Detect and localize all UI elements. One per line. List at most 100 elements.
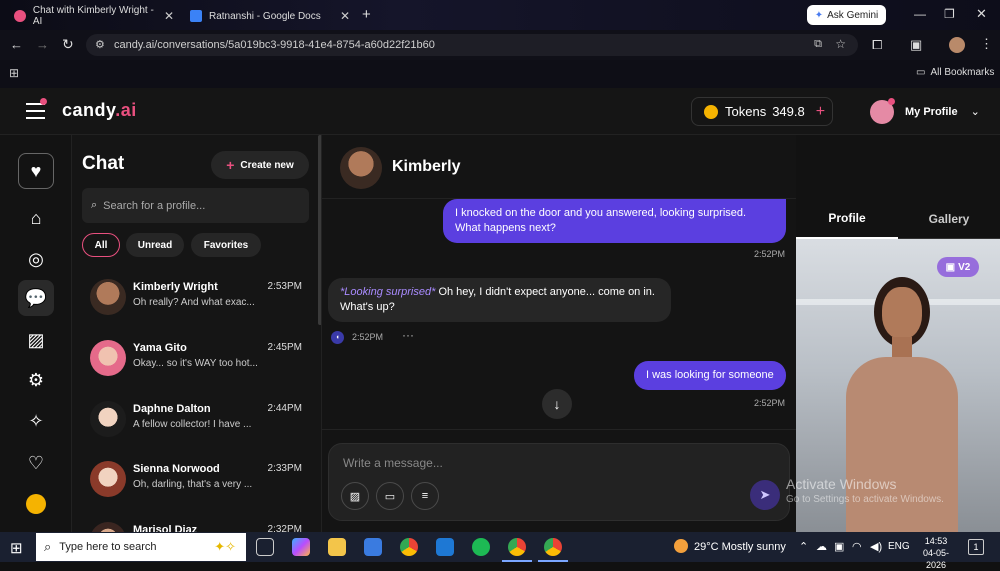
chat-list-item[interactable]: Daphne Dalton 2:44PM A fellow collector!…	[86, 397, 308, 453]
forward-icon[interactable]: →	[36, 37, 49, 52]
chrome-active-icon[interactable]	[544, 538, 562, 556]
explore-button[interactable]: ◎	[18, 241, 54, 277]
tab-search-icon[interactable]: ▣	[910, 37, 922, 53]
taskbar-search-input[interactable]: ⌕ Type here to search ✦✧	[36, 533, 246, 561]
store-icon[interactable]	[364, 538, 382, 556]
profile-avatar[interactable]	[870, 98, 895, 124]
message-time: 2:53PM	[267, 281, 302, 292]
filter-all[interactable]: All	[82, 233, 120, 257]
apps-grid-icon[interactable]: ⊞	[9, 66, 19, 80]
magic-wand-icon: ✧	[28, 410, 44, 431]
weather-icon[interactable]	[674, 539, 688, 553]
bookmark-star-icon[interactable]: ☆	[835, 37, 846, 51]
favorites-heart-button[interactable]: ♥	[18, 153, 54, 189]
chat-list-item[interactable]: Kimberly Wright 2:53PM Oh really? And wh…	[86, 275, 308, 331]
composer: Write a message... ▨ ▭ ≡ ➤	[328, 443, 790, 521]
generate-nav-button[interactable]: ⚙	[18, 362, 54, 398]
camera-icon: ⚙	[27, 369, 45, 390]
user-message: I was looking for someone	[634, 361, 786, 390]
clock-date: 04-05-2026	[922, 548, 949, 570]
chat-list-item[interactable]: Sienna Norwood 2:33PM Oh, darling, that'…	[86, 457, 308, 513]
site-info-icon[interactable]: ⚙	[95, 38, 105, 51]
profile-search-input[interactable]: ⌕ Search for a profile...	[82, 188, 309, 223]
tab-gallery[interactable]: Gallery	[898, 199, 1000, 239]
premium-nav-button[interactable]	[18, 486, 54, 522]
close-tab-icon[interactable]: ✕	[164, 9, 174, 23]
back-icon[interactable]: ←	[10, 37, 23, 52]
extensions-icon[interactable]: ⧠	[872, 37, 882, 53]
app-tray-icon[interactable]: ▣	[834, 540, 844, 553]
outlook-icon[interactable]	[436, 538, 454, 556]
hamburger-menu-icon[interactable]	[26, 98, 47, 119]
add-tokens-icon[interactable]: +	[816, 103, 825, 121]
taskbar-search-placeholder: Type here to search	[59, 541, 157, 553]
tab-google-docs[interactable]: Ratnanshi - Google Docs ✕	[190, 4, 350, 28]
all-bookmarks-link[interactable]: ▭ All Bookmarks	[916, 67, 994, 78]
notification-dot	[40, 98, 47, 105]
windows-start-icon[interactable]: ⊞	[10, 539, 23, 557]
scroll-down-button[interactable]: ↓	[542, 389, 572, 419]
minimize-icon[interactable]: —	[914, 7, 926, 21]
spotify-icon[interactable]	[472, 538, 490, 556]
avatar	[90, 461, 126, 497]
copilot-icon[interactable]	[292, 538, 310, 556]
magic-nav-button[interactable]: ✧	[18, 403, 54, 439]
weather-text[interactable]: 29°C Mostly sunny	[694, 541, 786, 553]
clock[interactable]: 14:53 04-05-2026	[914, 535, 958, 571]
chrome-icon[interactable]	[400, 538, 418, 556]
gallery-nav-button[interactable]: ▨	[18, 322, 54, 358]
notifications-icon[interactable]: 1	[968, 539, 984, 555]
chat-list-item[interactable]: Yama Gito 2:45PM Okay... so it's WAY too…	[86, 336, 308, 392]
token-coin-icon	[704, 104, 718, 119]
close-tab-icon[interactable]: ✕	[340, 9, 350, 23]
chat-list-item[interactable]: Marisol Diaz 2:32PM	[86, 518, 308, 532]
my-profile-label: My Profile	[905, 106, 958, 118]
wifi-icon[interactable]: ◠	[852, 540, 862, 553]
compass-icon: ◎	[28, 248, 44, 269]
broken-heart-icon: ♡	[27, 452, 45, 473]
chat-list-panel: Chat + Create new ⌕ Search for a profile…	[72, 135, 322, 532]
home-button[interactable]: ⌂	[18, 200, 54, 236]
onedrive-icon[interactable]: ☁	[816, 540, 827, 553]
send-icon: ➤	[759, 487, 771, 502]
my-profile-button[interactable]: My Profile ⌄	[905, 105, 980, 118]
kimberly-avatar[interactable]	[340, 147, 382, 189]
new-tab-icon[interactable]: +	[362, 6, 371, 23]
search-icon: ⌕	[44, 539, 52, 554]
restore-icon[interactable]: ❐	[944, 7, 955, 21]
settings-button[interactable]: ≡	[411, 482, 439, 510]
sliders-icon: ≡	[421, 490, 429, 502]
message-time: 2:44PM	[267, 403, 302, 414]
chrome-profile-icon[interactable]	[508, 538, 526, 556]
attach-image-button[interactable]: ▨	[341, 482, 369, 510]
file-explorer-icon[interactable]	[328, 538, 346, 556]
voice-play-icon[interactable]: ◖	[331, 331, 344, 344]
ask-gemini-button[interactable]: ✦ Ask Gemini	[807, 5, 886, 25]
url-field[interactable]: ⚙ candy.ai/conversations/5a019bc3-9918-4…	[86, 34, 858, 56]
my-ai-nav-button[interactable]: ♡	[18, 445, 54, 481]
video-button[interactable]: ▭	[376, 482, 404, 510]
tokens-pill[interactable]: Tokens 349.8 +	[691, 97, 833, 126]
filter-unread[interactable]: Unread	[126, 233, 184, 257]
language-indicator[interactable]: ENG	[888, 541, 910, 552]
chat-nav-button[interactable]: 💬	[18, 280, 54, 316]
more-options-icon[interactable]: ···	[402, 328, 414, 342]
folder-icon: ▭	[916, 67, 926, 78]
tab-candy-chat[interactable]: Chat with Kimberly Wright - AI ✕	[14, 4, 174, 28]
reload-icon[interactable]: ↻	[62, 36, 74, 53]
cast-icon[interactable]: ⧉	[814, 38, 822, 51]
chevron-up-icon[interactable]: ⌃	[799, 540, 808, 553]
all-bookmarks-label: All Bookmarks	[930, 67, 995, 78]
browser-menu-icon[interactable]: ⋮	[980, 36, 993, 52]
browser-tab-bar: Chat with Kimberly Wright - AI ✕ Ratnans…	[0, 0, 1000, 30]
browser-avatar[interactable]	[949, 37, 965, 53]
message-input[interactable]: Write a message...	[343, 456, 443, 470]
tab-profile[interactable]: Profile	[796, 199, 898, 239]
candy-logo[interactable]: candy.ai	[62, 100, 137, 121]
task-view-icon[interactable]	[256, 538, 274, 556]
create-new-button[interactable]: + Create new	[211, 151, 309, 179]
volume-icon[interactable]: ◀)	[870, 540, 882, 553]
send-button[interactable]: ➤	[750, 480, 780, 510]
filter-favorites[interactable]: Favorites	[191, 233, 261, 257]
close-window-icon[interactable]: ✕	[976, 6, 987, 22]
